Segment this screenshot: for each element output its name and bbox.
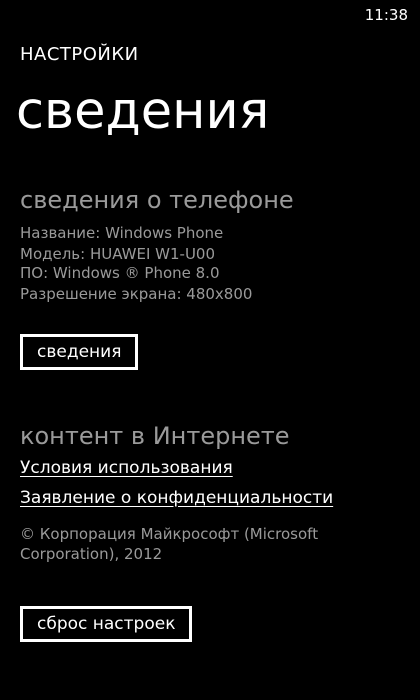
- more-info-button[interactable]: сведения: [20, 334, 139, 370]
- phone-name-value: Название: Windows Phone: [20, 224, 224, 242]
- copyright-text: © Корпорация Майкрософт (Microsoft Corpo…: [20, 525, 319, 563]
- reset-settings-button[interactable]: сброс настроек: [20, 606, 193, 642]
- phone-model-value: Модель: HUAWEI W1-U00: [20, 245, 216, 263]
- screen-resolution-value: Разрешение экрана: 480x800: [20, 285, 253, 303]
- privacy-statement-link[interactable]: Заявление о конфиденциальности: [20, 488, 333, 508]
- phone-info-heading: сведения о телефоне: [20, 186, 294, 214]
- internet-content-heading: контент в Интернете: [20, 422, 290, 450]
- status-bar-clock: 11:38: [364, 6, 408, 24]
- page-title: сведения: [16, 82, 270, 141]
- terms-of-use-link[interactable]: Условия использования: [20, 458, 233, 478]
- phone-os-value: ПО: Windows ® Phone 8.0: [20, 264, 220, 282]
- app-title: НАСТРОЙКИ: [20, 44, 139, 65]
